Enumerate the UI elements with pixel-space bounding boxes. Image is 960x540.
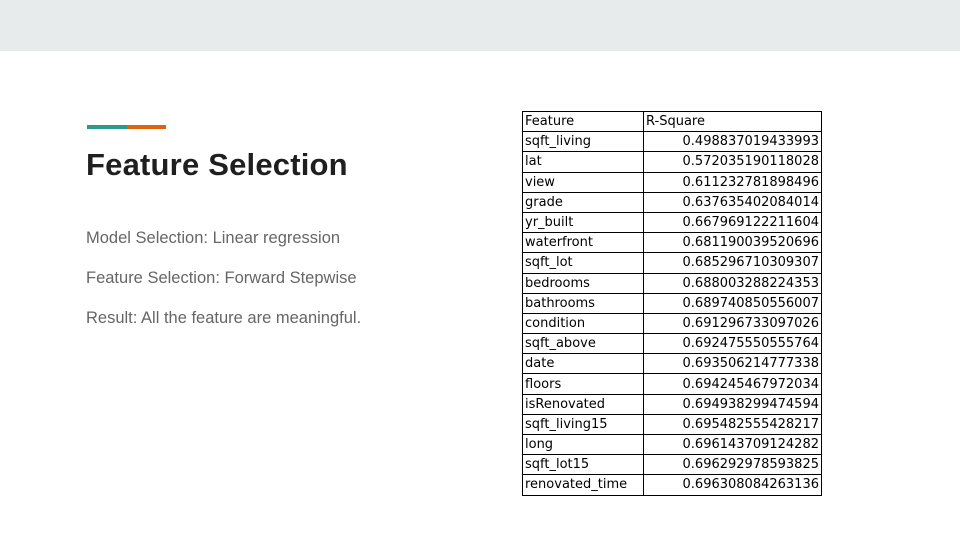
feature-cell: floors: [522, 373, 644, 395]
table-row: sqft_above 0.692475550555764: [522, 333, 822, 355]
table-row: grade 0.637635402084014: [522, 191, 822, 213]
table-row: long 0.696143709124282: [522, 433, 822, 456]
r-square-cell: 0.667969122211604: [643, 211, 822, 234]
r-square-cell: 0.572035190118028: [643, 151, 822, 173]
header-feature: Feature: [522, 110, 644, 133]
table-row: condition 0.691296733097026: [522, 312, 822, 335]
table-row: sqft_lot15 0.696292978593825: [522, 454, 822, 476]
feature-cell: renovated_time: [522, 474, 644, 496]
accent-bar-orange: [127, 125, 166, 129]
r-square-cell: 0.694245467972034: [643, 373, 822, 395]
feature-cell: bedrooms: [522, 272, 644, 294]
feature-cell: sqft_lot15: [522, 454, 644, 476]
feature-cell: bathrooms: [522, 292, 644, 314]
table-row: bedrooms 0.688003288224353: [522, 272, 822, 294]
feature-cell: lat: [522, 151, 644, 173]
r-square-cell: 0.695482555428217: [643, 413, 822, 436]
feature-cell: yr_built: [522, 211, 644, 234]
r-square-cell: 0.685296710309307: [643, 252, 822, 274]
header-r-square: R-Square: [643, 110, 822, 133]
r-square-cell: 0.696308084263136: [643, 474, 822, 496]
r-square-cell: 0.691296733097026: [643, 312, 822, 335]
table-row: sqft_lot 0.685296710309307: [522, 252, 822, 274]
feature-cell: grade: [522, 191, 644, 213]
table-row: waterfront 0.681190039520696: [522, 232, 822, 254]
feature-cell: date: [522, 353, 644, 375]
model-selection-text: Model Selection: Linear regression: [86, 229, 341, 247]
accent-bar-teal: [87, 125, 127, 129]
table-row: bathrooms 0.689740850556007: [522, 292, 822, 314]
table-row: renovated_time 0.696308084263136: [522, 474, 822, 496]
table-row: date 0.693506214777338: [522, 353, 822, 375]
r-square-cell: 0.694938299474594: [643, 393, 822, 415]
r-square-table-container: Feature R-Square sqft_living 0.4988370194…: [522, 110, 822, 496]
feature-cell: waterfront: [522, 232, 644, 254]
feature-selection-text: Feature Selection: Forward Stepwise: [86, 269, 357, 287]
table-row: view 0.611232781898496: [522, 171, 822, 193]
r-square-cell: 0.611232781898496: [643, 171, 822, 193]
r-square-cell: 0.696143709124282: [643, 433, 822, 456]
r-square-cell: 0.689740850556007: [643, 292, 822, 314]
feature-cell: view: [522, 171, 644, 193]
table-row: lat 0.572035190118028: [522, 151, 822, 173]
r-square-cell: 0.688003288224353: [643, 272, 822, 294]
slide-title: Feature Selection: [86, 147, 348, 182]
feature-cell: sqft_above: [522, 333, 644, 355]
r-square-cell: 0.693506214777338: [643, 353, 822, 375]
r-square-cell: 0.696292978593825: [643, 454, 822, 476]
feature-cell: condition: [522, 312, 644, 335]
feature-cell: isRenovated: [522, 393, 644, 415]
table-row: floors 0.694245467972034: [522, 373, 822, 395]
feature-cell: sqft_lot: [522, 252, 644, 274]
table-header-row: Feature R-Square: [522, 110, 822, 133]
r-square-cell: 0.498837019433993: [643, 131, 822, 153]
top-band: [0, 0, 960, 51]
r-square-cell: 0.637635402084014: [643, 191, 822, 213]
table-body: sqft_living 0.498837019433993 lat 0.5720351…: [522, 131, 822, 496]
r-square-table: Feature R-Square sqft_living 0.4988370194…: [522, 110, 822, 496]
feature-cell: sqft_living: [522, 131, 644, 153]
table-row: isRenovated 0.694938299474594: [522, 393, 822, 415]
feature-cell: sqft_living15: [522, 413, 644, 436]
table-row: sqft_living 0.498837019433993: [522, 131, 822, 153]
r-square-cell: 0.681190039520696: [643, 232, 822, 254]
table-row: sqft_living15 0.695482555428217: [522, 413, 822, 436]
r-square-cell: 0.692475550555764: [643, 333, 822, 355]
result-text: Result: All the feature are meaningful.: [86, 309, 362, 327]
feature-cell: long: [522, 433, 644, 456]
table-row: yr_built 0.667969122211604: [522, 211, 822, 234]
